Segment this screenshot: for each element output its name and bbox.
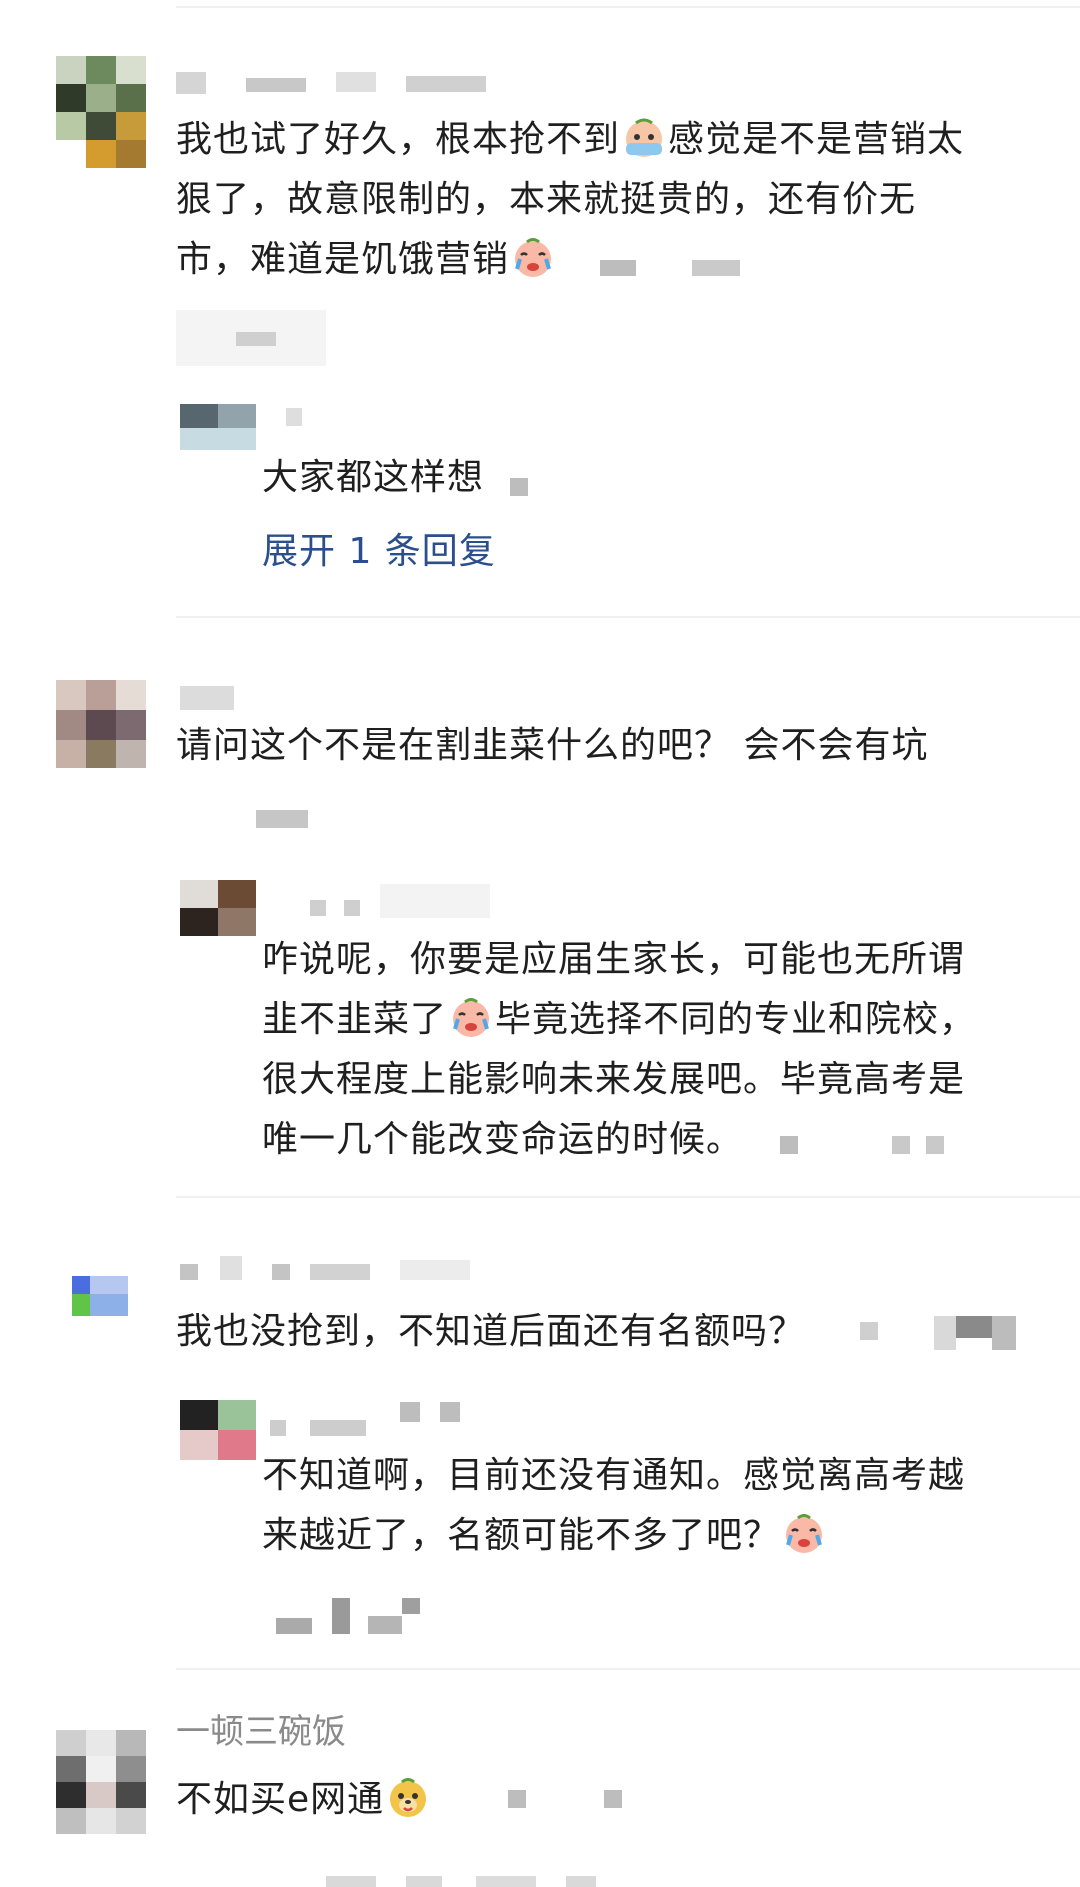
- expand-replies-link[interactable]: 展开 1 条回复: [262, 530, 496, 574]
- blurred-meta: [176, 310, 326, 366]
- blurred-meta: [780, 1134, 960, 1154]
- username-blurred[interactable]: [180, 1256, 480, 1284]
- blurred-meta: [508, 1788, 628, 1808]
- sad-tears-emoji-icon: [453, 998, 490, 1037]
- sad-tears-emoji-icon: [515, 238, 552, 277]
- avatar[interactable]: [72, 1276, 128, 1316]
- username-blurred[interactable]: [180, 682, 260, 712]
- reply-avatar[interactable]: [180, 880, 256, 936]
- divider: [176, 1668, 1080, 1670]
- sad-tears-emoji-icon: [786, 1514, 823, 1553]
- avatar[interactable]: [56, 1730, 146, 1834]
- comment-text: 请问这个不是在割韭菜什么的吧？ 会不会有坑: [176, 725, 929, 766]
- username-blurred[interactable]: [176, 72, 496, 94]
- reply-text: 大家都这样想: [262, 457, 485, 498]
- reply-text: 不知道啊，目前还没有通知。感觉离高考越 来越近了，名额可能不多了吧？: [262, 1455, 966, 1556]
- blurred-meta: [510, 478, 528, 496]
- username[interactable]: 一顿三碗饭: [176, 1712, 346, 1752]
- reply-username-blurred[interactable]: [300, 884, 490, 918]
- reply-username-blurred[interactable]: [270, 1400, 470, 1436]
- comment-thread: 我也试了好久，根本抢不到 感觉是不是营销太 狠了，故意限制的，本来就挺贵的，还有价…: [0, 0, 1080, 1887]
- divider: [176, 1196, 1080, 1198]
- divider: [176, 6, 1080, 8]
- comment-text: 我也没抢到，不知道后面还有名额吗？: [176, 1311, 806, 1352]
- avatar[interactable]: [56, 56, 146, 168]
- reply-avatar[interactable]: [180, 404, 256, 450]
- blurred-meta: [600, 258, 740, 278]
- blurred-meta: [256, 804, 336, 832]
- blurred-meta: [860, 1316, 1020, 1350]
- blurred-meta: [272, 1598, 432, 1634]
- reply-avatar[interactable]: [180, 1400, 256, 1460]
- divider: [176, 616, 1080, 618]
- dog-face-emoji-icon: [390, 1778, 427, 1817]
- blurred-meta: [326, 1870, 626, 1887]
- reply-username-blurred[interactable]: [286, 408, 326, 426]
- crying-emoji-icon: [626, 118, 663, 157]
- avatar[interactable]: [56, 680, 146, 768]
